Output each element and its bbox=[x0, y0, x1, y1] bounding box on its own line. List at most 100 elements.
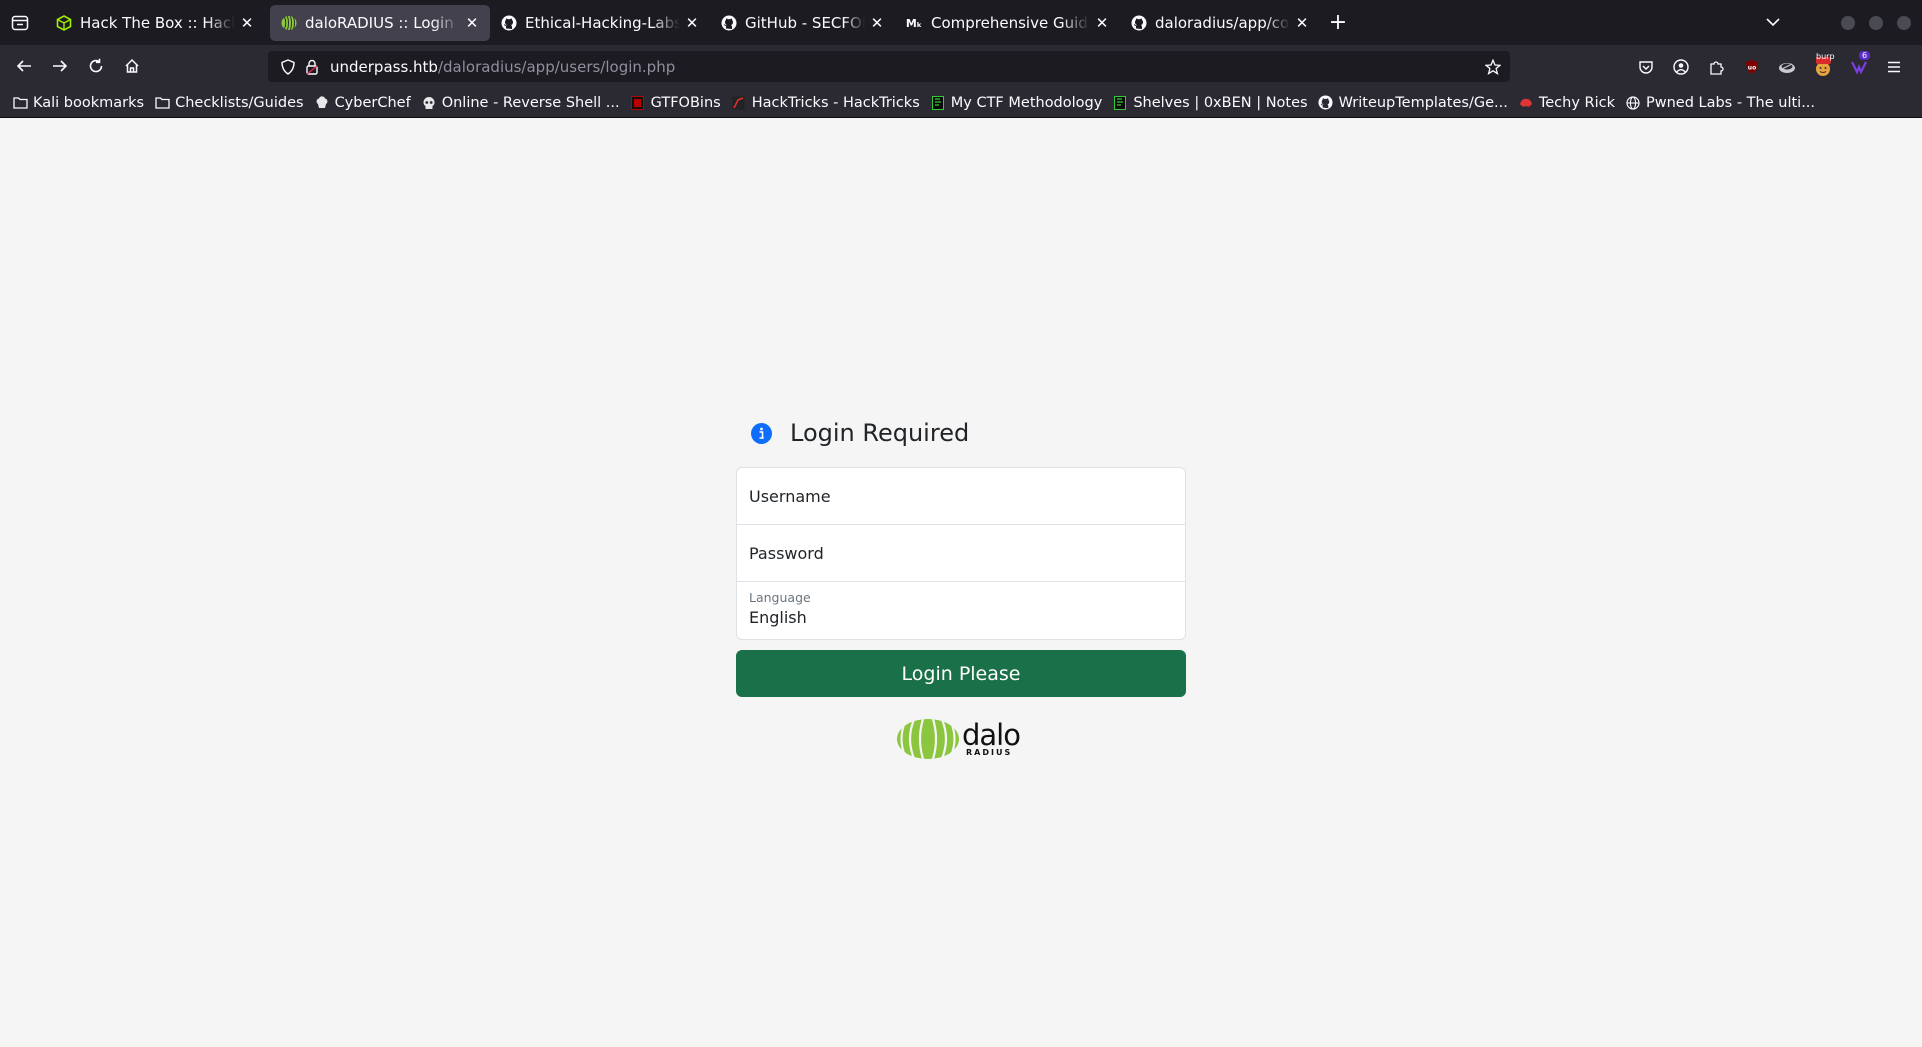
bookmark-star-icon[interactable] bbox=[1482, 56, 1504, 78]
daloradius-globe-icon bbox=[897, 718, 959, 760]
bookmark-label: WriteupTemplates/Ge... bbox=[1338, 94, 1508, 111]
close-icon[interactable]: ✕ bbox=[1294, 14, 1310, 32]
tab-title: daloRADIUS :: Login bbox=[305, 14, 454, 32]
ublock-origin-icon[interactable]: uo bbox=[1740, 55, 1764, 79]
tab-ethical-hacking-labs[interactable]: Ethical-Hacking-Labs/3-Enumeration ✕ bbox=[490, 5, 710, 41]
account-icon[interactable] bbox=[1669, 55, 1693, 79]
bookmark-label: Shelves | 0xBEN | Notes bbox=[1133, 94, 1308, 111]
burp-badge: burp bbox=[1816, 52, 1835, 61]
svg-text:uo: uo bbox=[1748, 65, 1756, 72]
github-icon bbox=[500, 15, 517, 32]
bookmark-cyberchef[interactable]: CyberChef bbox=[314, 95, 411, 111]
burp-extension-icon[interactable]: burp bbox=[1811, 52, 1835, 79]
address-bar[interactable]: underpass.htb/daloradius/app/users/login… bbox=[268, 51, 1510, 82]
home-icon bbox=[125, 58, 139, 73]
tab-overflow-button[interactable] bbox=[1758, 10, 1788, 35]
tab-secforce-snmp[interactable]: GitHub - SECFORCE/SNMP-Brute ✕ bbox=[710, 5, 895, 41]
htb-cube-icon bbox=[55, 15, 72, 32]
bookmark-label: Pwned Labs - The ulti... bbox=[1645, 94, 1816, 111]
bookmark-writeup-templates[interactable]: WriteupTemplates/Ge... bbox=[1318, 95, 1508, 111]
tab-title: GitHub - SECFORCE/SNMP-Brute bbox=[745, 14, 865, 32]
extensions-puzzle-icon[interactable] bbox=[1704, 55, 1728, 79]
hacktricks-icon bbox=[731, 95, 747, 111]
maximize-button[interactable] bbox=[1869, 16, 1883, 30]
bookmarks-toolbar: Kali bookmarks Checklists/Guides CyberCh… bbox=[0, 88, 1922, 118]
bookmark-pwned-labs[interactable]: Pwned Labs - The ulti... bbox=[1625, 95, 1815, 111]
globe-icon bbox=[1625, 95, 1641, 111]
menu-hamburger-icon[interactable] bbox=[1882, 55, 1906, 79]
bookmark-label: GTFOBins bbox=[650, 94, 721, 111]
minimize-button[interactable] bbox=[1841, 16, 1855, 30]
chef-hat-icon bbox=[314, 95, 330, 111]
page-title: Login Required bbox=[790, 419, 970, 447]
logo-sub-text: RADIUS bbox=[966, 748, 1013, 757]
bookmark-hacktricks[interactable]: HackTricks - HackTricks bbox=[731, 95, 920, 111]
login-heading: Login Required bbox=[736, 409, 1186, 457]
username-input[interactable] bbox=[749, 468, 1185, 524]
bookstack-icon bbox=[930, 95, 946, 111]
tab-daloradius-login[interactable]: daloRADIUS :: Login ✕ bbox=[270, 5, 490, 41]
logo-main-text: dalo bbox=[962, 718, 1021, 752]
new-tab-button[interactable]: + bbox=[1320, 5, 1356, 41]
tab-title: daloradius/app/common/includes bbox=[1155, 14, 1290, 32]
url-text: underpass.htb/daloradius/app/users/login… bbox=[330, 58, 675, 76]
gtfobins-icon bbox=[630, 95, 646, 111]
tab-bar: Hack The Box :: Hack The Box ✕ daloRADIU… bbox=[0, 0, 1922, 45]
close-icon[interactable]: ✕ bbox=[684, 14, 700, 32]
bookmark-kali-bookmarks[interactable]: Kali bookmarks bbox=[12, 95, 144, 111]
plus-icon: + bbox=[1328, 10, 1348, 35]
foxyproxy-icon[interactable] bbox=[1775, 55, 1799, 79]
reload-button[interactable] bbox=[80, 50, 112, 82]
close-icon[interactable]: ✕ bbox=[239, 14, 255, 32]
skull-icon bbox=[421, 95, 437, 111]
bookstack-icon bbox=[1112, 95, 1128, 111]
tab-snmp-guide[interactable]: Mₖ Comprehensive Guide to SNMP ✕ bbox=[895, 5, 1120, 41]
github-icon bbox=[1318, 95, 1334, 111]
arrow-right-icon bbox=[53, 60, 68, 72]
password-input[interactable] bbox=[749, 525, 1185, 581]
close-icon[interactable]: ✕ bbox=[869, 14, 885, 32]
shield-icon[interactable] bbox=[278, 57, 298, 77]
bookmark-checklists-guides[interactable]: Checklists/Guides bbox=[154, 95, 304, 111]
tab-list-icon bbox=[11, 15, 29, 30]
bookmark-shelves-0xben[interactable]: Shelves | 0xBEN | Notes bbox=[1112, 94, 1308, 111]
info-icon bbox=[751, 422, 772, 444]
close-icon[interactable]: ✕ bbox=[1094, 14, 1110, 32]
language-label: Language bbox=[749, 590, 811, 605]
username-field-wrapper bbox=[737, 468, 1185, 525]
url-path: /daloradius/app/users/login.php bbox=[437, 57, 676, 76]
bookmark-ctf-methodology[interactable]: My CTF Methodology bbox=[930, 95, 1102, 111]
language-select[interactable]: Language English bbox=[737, 582, 1185, 639]
password-field-wrapper bbox=[737, 525, 1185, 582]
tab-daloradius-github[interactable]: daloradius/app/common/includes ✕ bbox=[1120, 5, 1320, 41]
tab-title: Hack The Box :: Hack The Box bbox=[80, 14, 235, 32]
daloradius-logo: dalo RADIUS bbox=[896, 717, 1026, 761]
home-button[interactable] bbox=[116, 50, 148, 82]
github-icon bbox=[720, 15, 737, 32]
close-window-button[interactable] bbox=[1897, 16, 1911, 30]
language-selected-value: English bbox=[749, 608, 807, 627]
close-icon[interactable]: ✕ bbox=[464, 14, 480, 32]
login-button[interactable]: Login Please bbox=[736, 650, 1186, 697]
arrow-left-icon bbox=[16, 60, 31, 72]
list-all-tabs-button[interactable] bbox=[0, 0, 40, 45]
credentials-box: Language English bbox=[736, 467, 1186, 640]
bookmark-techy-rick[interactable]: Techy Rick bbox=[1518, 95, 1615, 111]
extension-badge-count: 6 bbox=[1859, 51, 1871, 60]
pocket-icon[interactable] bbox=[1634, 55, 1658, 79]
navigation-toolbar: underpass.htb/daloradius/app/users/login… bbox=[0, 45, 1922, 88]
lock-icon[interactable] bbox=[302, 57, 322, 77]
logo-wordmark: dalo RADIUS bbox=[962, 719, 1026, 759]
wappalyzer-icon[interactable]: 6 bbox=[1847, 51, 1871, 79]
bookmark-label: Online - Reverse Shell ... bbox=[441, 94, 620, 111]
back-button[interactable] bbox=[8, 50, 40, 82]
bookmark-reverse-shell[interactable]: Online - Reverse Shell ... bbox=[421, 95, 620, 111]
url-host: underpass.htb bbox=[330, 57, 438, 76]
forward-button[interactable] bbox=[44, 50, 76, 82]
red-logo-icon bbox=[1518, 95, 1534, 111]
bookmark-label: Kali bookmarks bbox=[33, 94, 145, 111]
reload-icon bbox=[89, 58, 103, 73]
tab-hack-the-box[interactable]: Hack The Box :: Hack The Box ✕ bbox=[45, 5, 265, 41]
bookmark-gtfobins[interactable]: GTFOBins bbox=[630, 95, 721, 111]
medium-icon: Mₖ bbox=[905, 16, 923, 30]
